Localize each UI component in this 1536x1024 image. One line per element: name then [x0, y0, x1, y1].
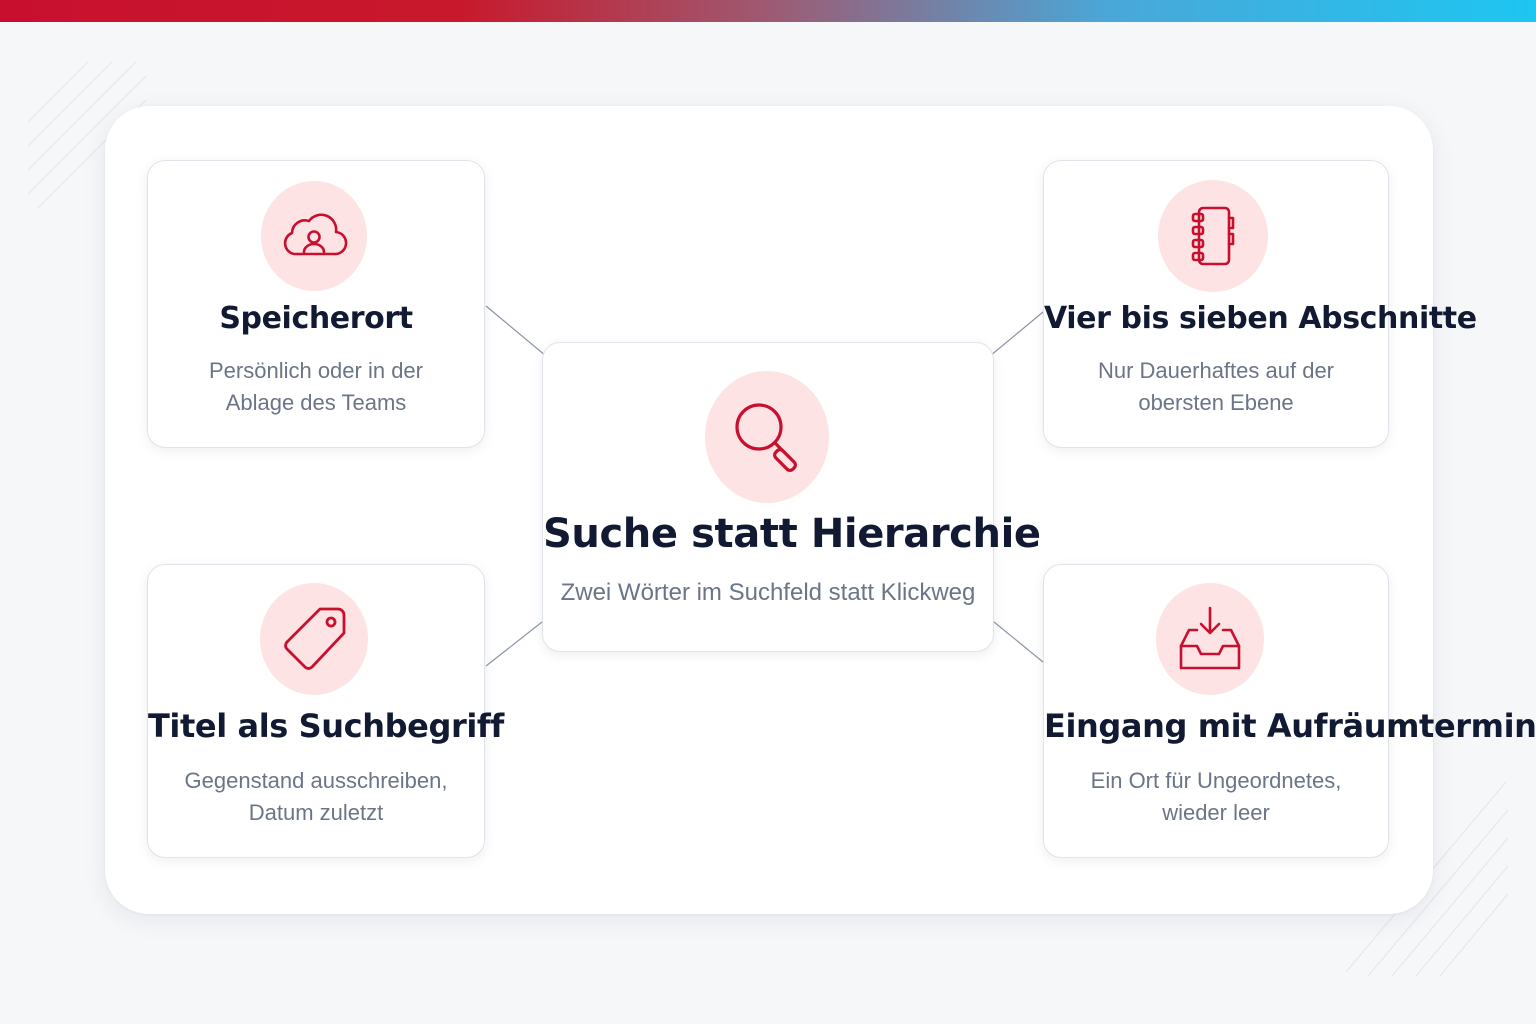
card-title: Vier bis sieben Abschnitte	[1044, 301, 1477, 336]
inbox-download-icon	[1156, 583, 1264, 695]
card-title: Eingang mit Aufräumtermin	[1044, 707, 1536, 745]
central-description: Zwei Wörter im Suchfeld statt Klickweg	[560, 579, 976, 606]
cloud-user-icon	[261, 181, 367, 291]
card-description: Persönlich oder in der Ablage des Teams	[208, 358, 423, 415]
search-icon	[705, 371, 829, 503]
card-title: Titel als Suchbegriff	[148, 707, 504, 745]
card-titel: Titel als Suchbegriff Gegenstand ausschr…	[147, 564, 504, 858]
card-eingang: Eingang mit Aufräumtermin Ein Ort für Un…	[1043, 564, 1536, 858]
tag-icon	[260, 583, 368, 695]
card-title: Speicherort	[219, 301, 413, 336]
connector-bottom-right	[993, 621, 1044, 663]
connector-bottom-left	[485, 621, 543, 667]
card-description: Ein Ort für Ungeordnetes, wieder leer	[1090, 768, 1342, 825]
card-abschnitte: Vier bis sieben Abschnitte Nur Dauerhaft…	[1043, 160, 1477, 448]
notebook-icon	[1158, 180, 1268, 292]
card-description: Nur Dauerhaftes auf der obersten Ebene	[1097, 358, 1335, 415]
connector-top-left	[485, 305, 547, 357]
connector-top-right	[989, 311, 1044, 357]
card-description: Gegenstand ausschreiben, Datum zuletzt	[184, 768, 448, 825]
card-speicherort: Speicherort Persönlich oder in der Ablag…	[147, 160, 485, 448]
central-title: Suche statt Hierarchie	[543, 511, 1041, 557]
card-suche-central: Suche statt Hierarchie Zwei Wörter im Su…	[542, 342, 1041, 652]
